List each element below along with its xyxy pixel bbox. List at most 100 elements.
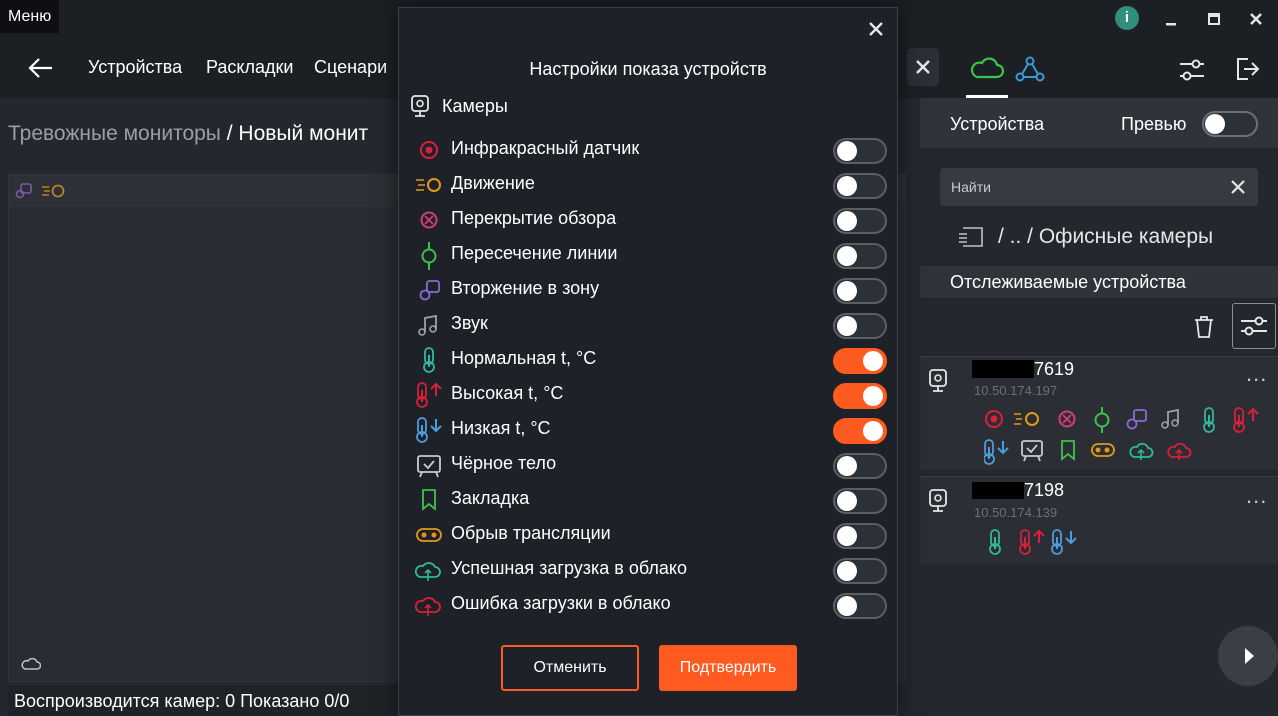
option-toggle[interactable] [833,278,887,304]
option-toggle[interactable] [833,208,887,234]
device-display-settings-dialog: Настройки показа устройств Камеры Инфрак… [398,7,898,716]
option-toggle[interactable] [833,488,887,514]
search-clear-icon[interactable] [1228,177,1248,197]
normal-temp-icon [415,347,443,373]
option-label: Движение [451,173,535,193]
option-toggle[interactable] [833,313,887,339]
option-row: Чёрное тело [415,447,887,482]
sound-icon [1161,408,1179,429]
cloud-upload-error-icon [415,592,443,618]
motion-icon [415,172,443,198]
filter-settings-button[interactable] [1232,303,1276,349]
option-label: Успешная загрузка в облако [451,558,687,578]
dialog-title: Настройки показа устройств [529,59,767,79]
sound-icon [415,312,443,338]
option-row: Вторжение в зону [415,272,887,307]
high-temp-icon [1019,529,1045,555]
option-label: Вторжение в зону [451,278,600,298]
camera-icon [928,369,950,393]
confirm-button[interactable]: Подтвердить [659,645,797,691]
dialog-close-icon[interactable] [865,18,887,40]
zone-intrusion-icon [15,183,33,199]
back-arrow-icon[interactable] [26,56,54,80]
device-card[interactable]: 7198 10.50.174.139 ... [920,476,1278,564]
option-row: Успешная загрузка в облако [415,552,887,587]
high-temp-icon [415,382,443,408]
device-ip: 10.50.174.139 [974,505,1058,520]
option-label: Звук [451,313,488,333]
option-toggle[interactable] [833,523,887,549]
option-row: Низкая t, °C [415,412,887,447]
cloud-icon [970,57,1005,79]
device-search-field[interactable]: Найти [940,168,1258,206]
infrared-icon [415,137,443,163]
folder-icon [958,226,986,248]
option-toggle[interactable] [833,558,887,584]
option-row: Обрыв трансляции [415,517,887,552]
option-toggle[interactable] [833,348,887,374]
name-mask [972,482,1024,499]
option-label: Закладка [451,488,530,508]
logout-icon[interactable] [1234,56,1260,82]
option-row: Ошибка загрузки в облако [415,587,887,622]
option-toggle[interactable] [833,418,887,444]
option-label: Пересечение линии [451,243,618,263]
view-blocked-icon [1058,410,1076,428]
minimize-icon[interactable] [1160,8,1182,30]
devices-tab[interactable]: Устройства [950,114,1044,135]
breadcrumb-separator: / [220,122,239,145]
option-label: Обрыв трансляции [451,523,611,543]
maximize-icon[interactable] [1203,8,1225,30]
option-toggle[interactable] [833,453,887,479]
more-icon[interactable]: ... [1246,361,1267,387]
high-temp-icon [1233,407,1259,433]
option-toggle[interactable] [833,383,887,409]
option-row: Пересечение линии [415,237,887,272]
stream-break-icon [1091,443,1115,457]
info-button[interactable]: i [1115,6,1139,30]
option-label: Низкая t, °C [451,418,551,438]
play-button[interactable] [1218,626,1278,686]
option-toggle[interactable] [833,593,887,619]
cloud-tab[interactable] [966,50,1008,98]
more-icon[interactable]: ... [1246,483,1267,509]
motion-icon [41,183,67,199]
breadcrumb: Тревожные мониторы / Новый монит [8,122,368,146]
low-temp-icon [984,439,1009,465]
option-toggle[interactable] [833,173,887,199]
zone-intrusion-icon [1126,409,1147,430]
search-input[interactable]: Найти [951,179,991,195]
camera-icon [411,95,429,117]
option-toggle[interactable] [833,138,887,164]
device-name: 7198 [1024,480,1065,500]
cancel-button[interactable]: Отменить [501,645,639,691]
black-body-icon [415,452,443,478]
network-topology-icon[interactable] [1015,56,1045,82]
line-cross-icon [1094,407,1110,433]
normal-temp-icon [989,529,1001,555]
nav-scenarios[interactable]: Сценари [314,57,387,78]
device-name: 7619 [1034,359,1075,379]
option-row: Перекрытие обзора [415,202,887,237]
breadcrumb-parent[interactable]: Тревожные мониторы [8,122,221,145]
close-window-icon[interactable] [1245,8,1267,30]
option-row: Высокая t, °C [415,377,887,412]
preview-toggle[interactable] [1202,111,1258,137]
nav-devices[interactable]: Устройства [88,57,182,78]
line-cross-icon [415,242,443,270]
option-label: Высокая t, °C [451,383,564,403]
settings-sliders-icon[interactable] [1178,58,1206,82]
name-mask [972,360,1034,378]
cloud-status-icon [21,657,41,671]
device-card[interactable]: 7619 10.50.174.197 ... [920,356,1278,470]
option-toggle[interactable] [833,243,887,269]
trash-icon[interactable] [1192,314,1216,340]
nav-layouts[interactable]: Раскладки [206,57,293,78]
option-row: Закладка [415,482,887,517]
device-event-icons [984,407,1274,467]
device-ip: 10.50.174.197 [974,383,1058,398]
folder-path[interactable]: / .. / Офисные камеры [998,225,1213,249]
menu-button[interactable]: Меню [0,0,60,33]
search-clear-button[interactable] [907,48,939,86]
device-event-icons [986,529,1096,557]
